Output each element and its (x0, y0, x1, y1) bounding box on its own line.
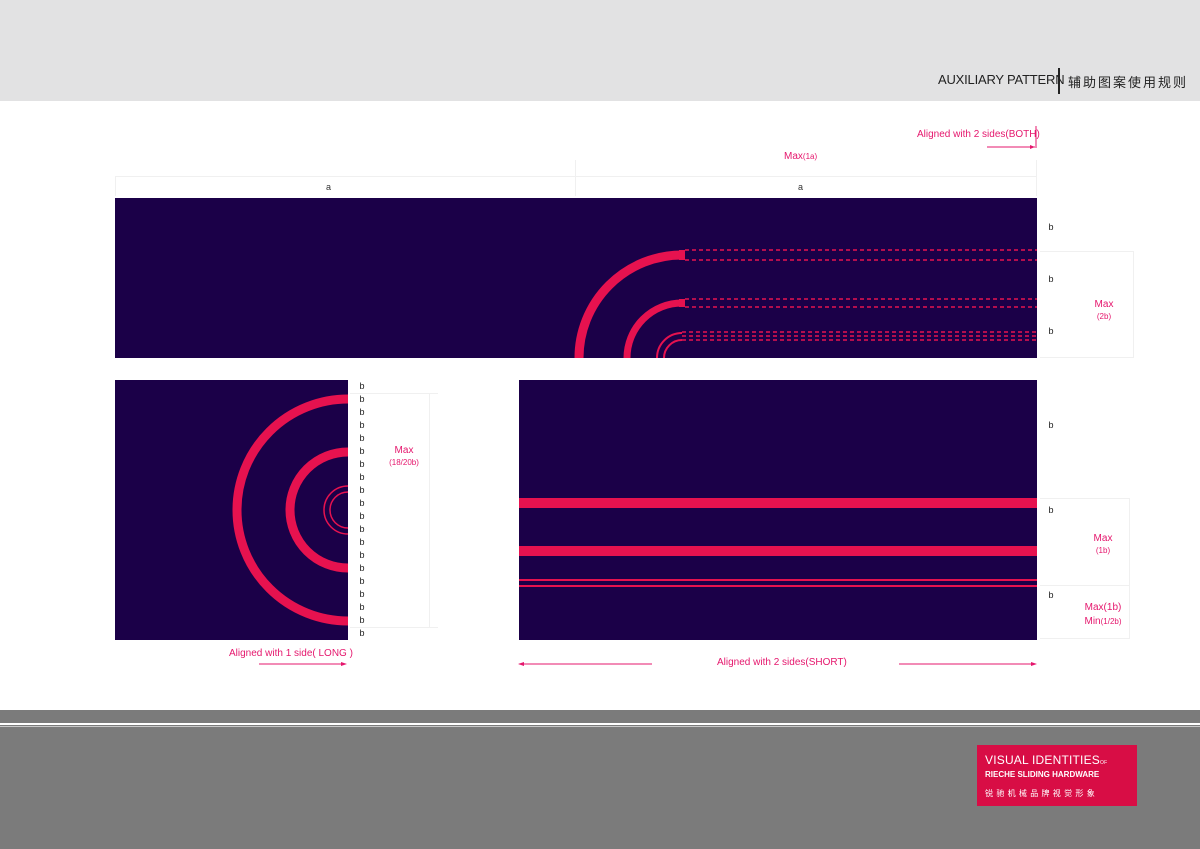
left-row-label-b: b (359, 407, 365, 417)
right-row-label-b: b (1048, 420, 1054, 430)
left-row-label-b: b (359, 511, 365, 521)
header-title-en: AUXILIARY PATTERN (938, 72, 1065, 87)
right-aligned-arrows (518, 662, 1037, 666)
top-pattern-panel (115, 198, 1037, 358)
top-row-label-b: b (1048, 326, 1054, 336)
top-row-label-b: b (1048, 222, 1054, 232)
logo-line2: RIECHE SLIDING HARDWARE (985, 770, 1100, 779)
left-side-guide (429, 393, 430, 627)
footer-divider (0, 726, 1200, 727)
left-row-label-b: b (359, 446, 365, 456)
left-aligned-label: Aligned with 1 side( LONG ) (229, 648, 353, 659)
col-tick (1036, 160, 1037, 196)
left-row-label-b: b (359, 433, 365, 443)
right-max-label: Max (1b) (1093, 533, 1113, 555)
right-stripe-pattern (519, 498, 1037, 587)
left-aligned-arrow (259, 662, 347, 666)
top-col-guide (115, 176, 1037, 177)
left-row-label-b: b (359, 524, 365, 534)
header-title-cn: 辅助图案使用规则 (1068, 75, 1189, 90)
logo-line3: 锐驰机械品牌视觉形象 (985, 789, 1098, 798)
left-row-label-b: b (359, 563, 365, 573)
brand-logo: VISUAL IDENTITIESOF RIECHE SLIDING HARDW… (977, 745, 1137, 806)
left-row-label-b: b (359, 420, 365, 430)
left-row-label-b: b (359, 485, 365, 495)
left-side-guide (350, 627, 438, 628)
left-row-label-b: b (359, 472, 365, 482)
left-pattern-panel (115, 380, 348, 640)
left-row-label-b: b (359, 381, 365, 391)
right-row-label-b: b (1048, 590, 1054, 600)
right-side-guide (1129, 498, 1130, 638)
top-side-guide (1040, 357, 1134, 358)
top-row-label-b: b (1048, 274, 1054, 284)
left-row-label-b: b (359, 589, 365, 599)
col-label-a: a (798, 182, 804, 192)
left-row-label-b: b (359, 602, 365, 612)
left-side-guide (350, 393, 438, 394)
col-label-a: a (326, 182, 332, 192)
left-side-max-label: Max (18/20b) (389, 445, 419, 467)
top-side-max-label: Max (2b) (1094, 299, 1114, 321)
header-divider (1058, 68, 1060, 94)
col-tick (115, 176, 116, 196)
right-row-label-b: b (1048, 505, 1054, 515)
left-row-label-b: b (359, 628, 365, 638)
left-row-label-b: b (359, 615, 365, 625)
col-tick (575, 160, 576, 196)
right-side-guide (1040, 498, 1130, 499)
top-side-guide (1133, 251, 1134, 358)
right-side-guide (1040, 585, 1130, 586)
left-row-label-b: b (359, 394, 365, 404)
top-max-label: Max(1a) (784, 151, 818, 162)
left-row-label-b: b (359, 576, 365, 586)
left-row-label-b: b (359, 550, 365, 560)
right-maxmin-label: Max(1b) Min(1/2b) (1084, 602, 1122, 627)
left-arc-pattern (232, 394, 348, 626)
left-row-label-b: b (359, 459, 365, 469)
top-aligned-arrow (987, 126, 1037, 149)
right-pattern-panel (519, 380, 1037, 640)
footer-band (0, 710, 1200, 723)
top-side-guide (1040, 251, 1134, 252)
left-row-label-b: b (359, 537, 365, 547)
right-side-guide (1040, 638, 1130, 639)
top-arc-pattern (574, 249, 1037, 358)
logo-line1: VISUAL IDENTITIESOF (985, 753, 1108, 767)
left-row-label-b: b (359, 498, 365, 508)
left-row-labels: bbbbbbbbbbbbbbbbbbbb (358, 381, 368, 641)
